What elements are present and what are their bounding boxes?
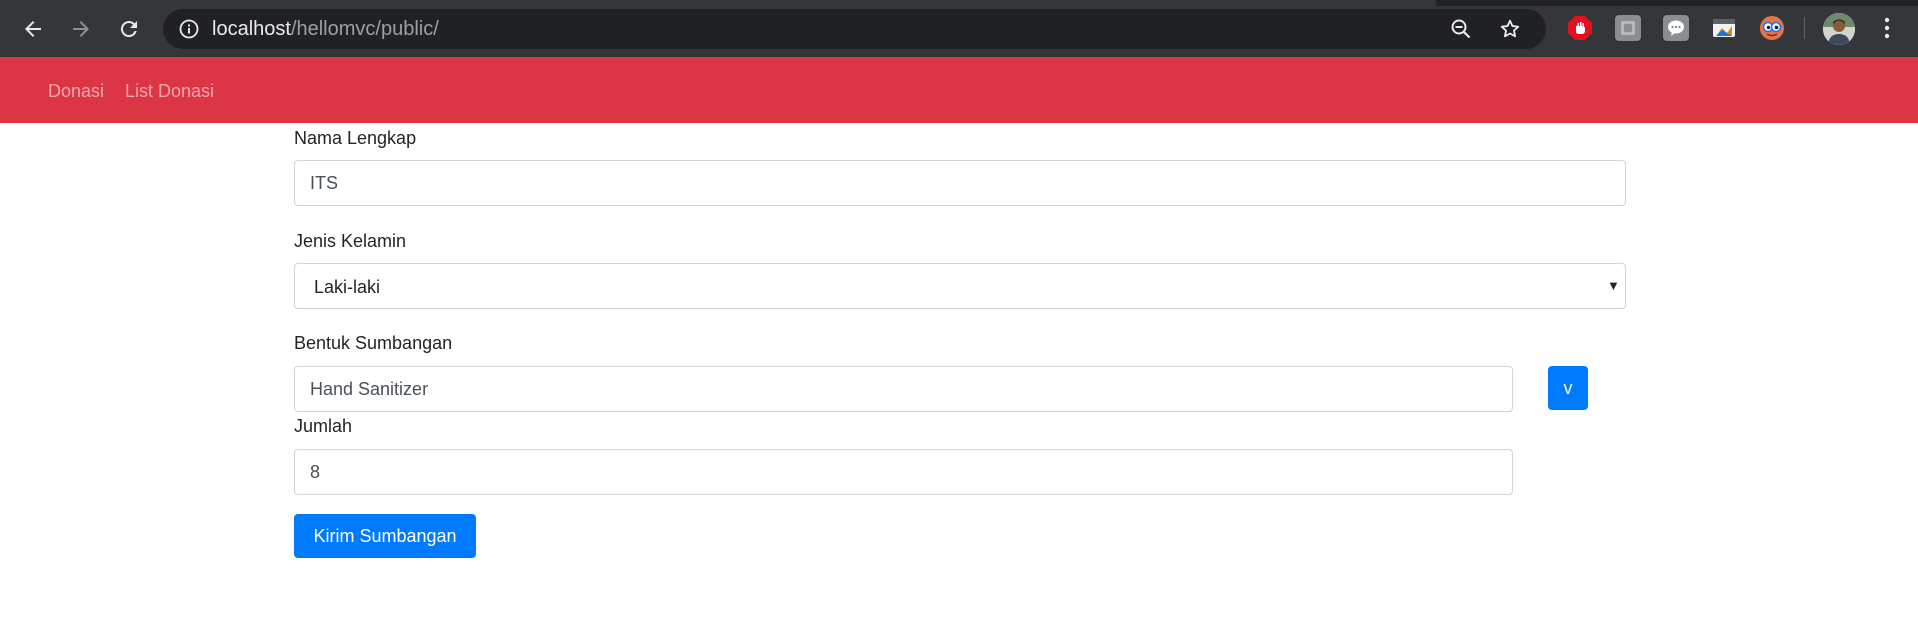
app-navbar (0, 57, 1918, 123)
forward-arrow-icon[interactable] (64, 12, 98, 46)
chat-extension-icon[interactable] (1663, 15, 1689, 41)
url-host: localhost (212, 18, 291, 40)
dropdown-arrow-icon: ▼ (1607, 278, 1620, 293)
tab-strip (0, 0, 1918, 6)
zoom-out-icon[interactable] (1450, 18, 1472, 40)
toolbar-separator (1804, 17, 1805, 39)
window-extension-icon[interactable] (1711, 15, 1737, 41)
info-icon[interactable] (179, 19, 199, 39)
browser-toolbar: localhost/hellomvc/public/ (0, 0, 1918, 57)
kirim-sumbangan-button[interactable]: Kirim Sumbangan (294, 514, 476, 558)
nama-lengkap-input[interactable] (294, 160, 1626, 206)
star-icon[interactable] (1499, 18, 1521, 40)
reload-icon[interactable] (112, 12, 146, 46)
three-dots-menu-icon[interactable] (1881, 15, 1893, 41)
eyes-extension-icon[interactable] (1759, 15, 1785, 41)
address-bar[interactable]: localhost/hellomvc/public/ (163, 9, 1546, 49)
jenis-kelamin-selected-value: Laki-laki (314, 277, 381, 297)
nav-link-list-donasi[interactable]: List Donasi (125, 80, 214, 102)
nama-lengkap-label: Nama Lengkap (294, 128, 417, 148)
jenis-kelamin-select[interactable]: Laki-laki ▼ (294, 263, 1626, 309)
bentuk-sumbangan-input[interactable] (294, 366, 1513, 412)
nav-link-donasi[interactable]: Donasi (48, 80, 104, 102)
profile-avatar[interactable] (1823, 13, 1855, 45)
jumlah-label: Jumlah (294, 416, 353, 436)
jenis-kelamin-label: Jenis Kelamin (294, 231, 407, 251)
back-arrow-icon[interactable] (16, 12, 50, 46)
url-path: /hellomvc/public/ (290, 18, 439, 40)
bentuk-sumbangan-dropdown-button[interactable]: v (1548, 366, 1588, 410)
url-text: localhost/hellomvc/public/ (212, 18, 439, 40)
adblock-extension-icon[interactable] (1567, 15, 1593, 41)
bentuk-sumbangan-label: Bentuk Sumbangan (294, 333, 453, 353)
gray-extension-icon[interactable] (1615, 15, 1641, 41)
jumlah-input[interactable] (294, 449, 1513, 495)
